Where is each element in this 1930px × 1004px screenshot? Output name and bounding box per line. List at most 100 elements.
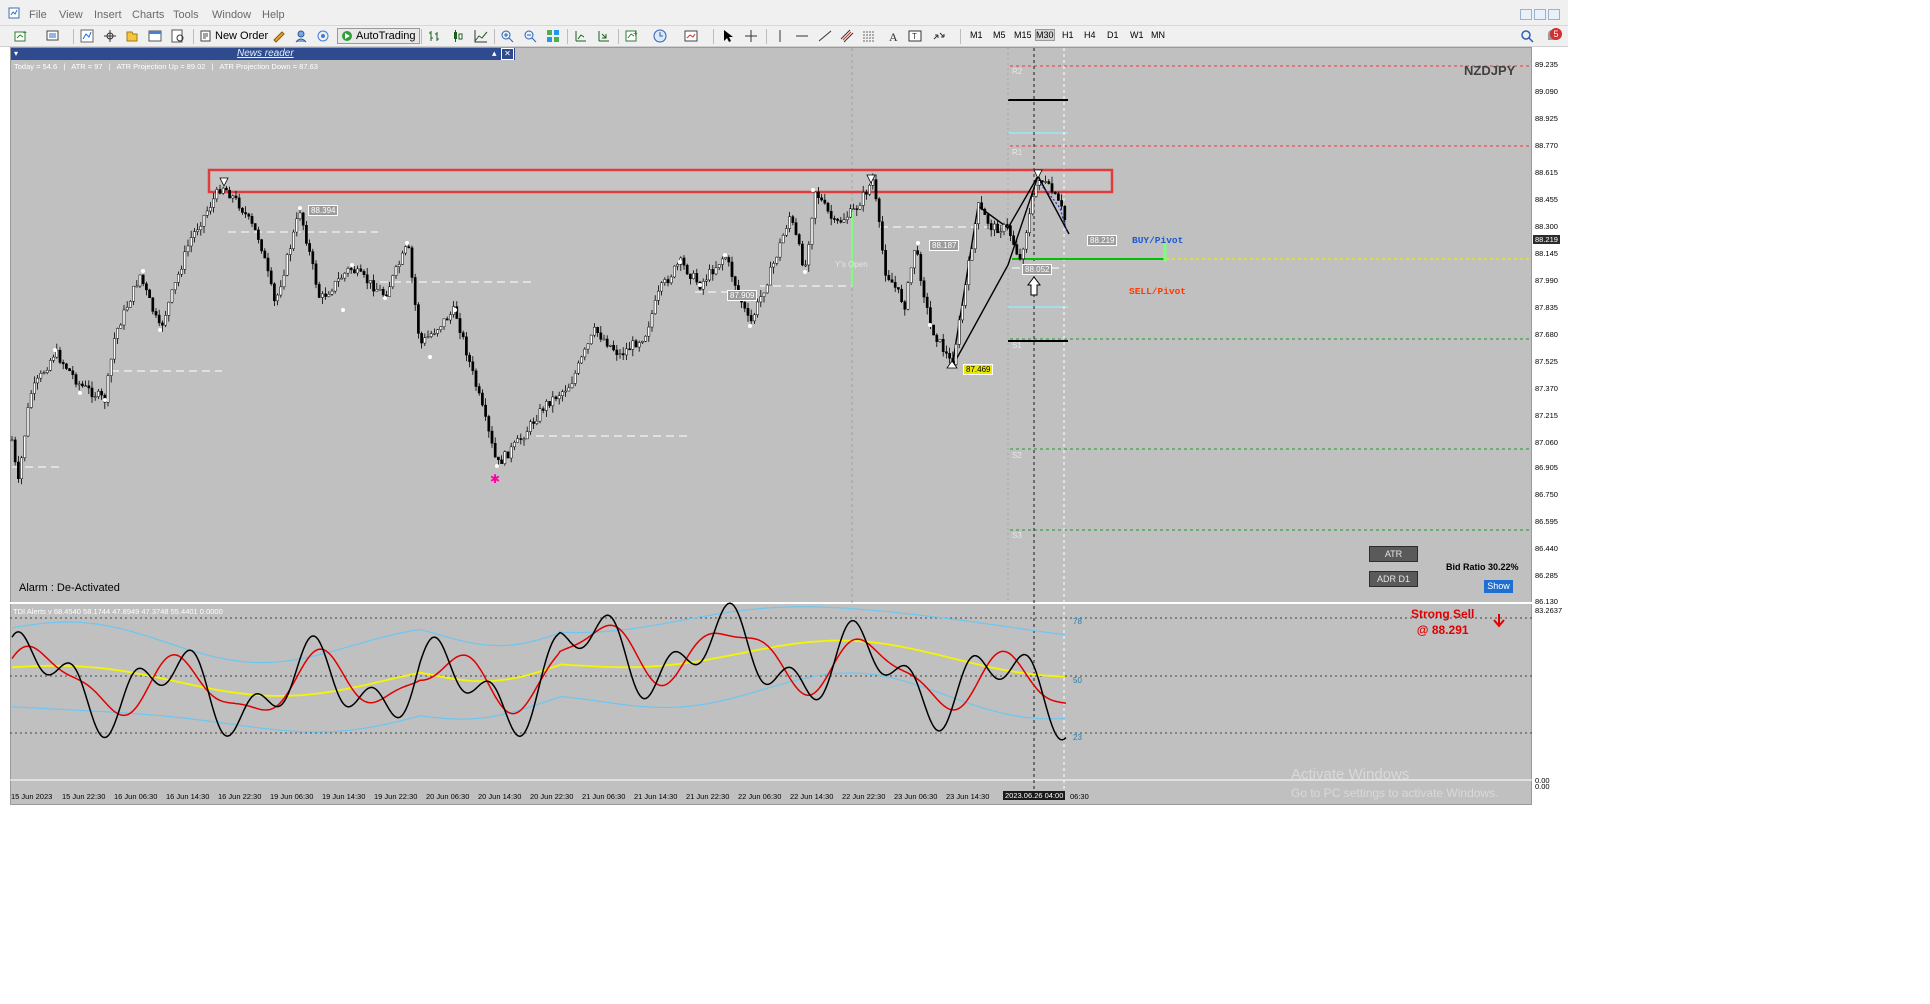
candle-body: [804, 264, 807, 267]
pivot-label-r1: R1: [1012, 148, 1023, 157]
candle-body: [833, 218, 836, 220]
swing-point-dot: [298, 206, 302, 210]
swing-point-dot: [748, 324, 752, 328]
candle-body: [893, 282, 897, 288]
up-arrow-icon: [1027, 276, 1041, 296]
candle-body: [621, 353, 625, 356]
candle-body: [801, 243, 804, 266]
candle-body: [164, 315, 167, 326]
candle-body: [1015, 244, 1019, 255]
candle-body: [1041, 180, 1044, 183]
tdi-indicator-label: TDI Alerts v 68.4540 58.1744 47.8949 47.…: [13, 607, 223, 616]
candle-body: [81, 383, 84, 387]
show-button[interactable]: Show: [1484, 580, 1513, 593]
candle-body: [445, 318, 449, 321]
adr-d1-button[interactable]: ADR D1: [1369, 571, 1418, 587]
candle-body: [615, 349, 619, 355]
candle-body: [42, 372, 46, 374]
candle-body: [666, 279, 670, 284]
candle-body: [1050, 183, 1054, 193]
candle-body: [714, 267, 718, 275]
price-tick: 87.370: [1535, 384, 1558, 393]
candle-body: [426, 336, 430, 339]
date-tick: 15 Jun 2023: [11, 792, 53, 801]
swing-point-dot: [405, 241, 409, 245]
price-box: 88.052: [1022, 264, 1053, 275]
candle-body: [295, 218, 299, 233]
swing-point-dot: [103, 398, 107, 402]
price-box: 88.187: [929, 240, 960, 251]
candle-body: [362, 271, 366, 275]
candle-body: [826, 202, 830, 212]
atr-button[interactable]: ATR: [1369, 546, 1418, 562]
candle-body: [305, 225, 308, 244]
candle-body: [593, 327, 596, 336]
candle-body: [999, 231, 1003, 234]
candle-body: [381, 288, 385, 296]
candle-body: [557, 395, 561, 400]
candle-body: [660, 282, 663, 292]
candle-body: [493, 443, 497, 458]
date-tick: 22 Jun 14:30: [790, 792, 834, 801]
candle-body: [797, 234, 801, 245]
price-tick: 88.300: [1535, 222, 1558, 231]
candle-body: [772, 263, 775, 268]
date-tick: 21 Jun 14:30: [634, 792, 678, 801]
candle-body: [823, 199, 827, 204]
candle-body: [932, 324, 935, 336]
candle-body: [865, 192, 868, 195]
price-box: 88.219: [1087, 235, 1118, 246]
candle-body: [929, 307, 932, 326]
candle-body: [314, 263, 318, 285]
candle-body: [573, 373, 577, 384]
candle-body: [673, 265, 676, 278]
candle-body: [58, 349, 62, 363]
candle-body: [497, 456, 500, 461]
price-chart-canvas[interactable]: ✱: [0, 0, 1568, 816]
candle-body: [433, 333, 436, 335]
candle-body: [845, 216, 849, 220]
candle-body: [77, 383, 81, 386]
candle-body: [641, 341, 644, 343]
candle-body: [311, 251, 315, 265]
swing-point-dot: [811, 188, 815, 192]
candle-body: [1012, 235, 1015, 245]
candle-body: [522, 438, 526, 441]
candle-body: [231, 195, 235, 199]
candle-body: [397, 264, 401, 267]
date-tick: 16 Jun 14:30: [166, 792, 210, 801]
candle-body: [125, 307, 129, 311]
candle-body: [689, 273, 692, 279]
candle-body: [241, 207, 244, 213]
candle-body: [717, 264, 721, 268]
dropdown-icon[interactable]: ▾: [14, 49, 18, 58]
swing-point-dot: [916, 241, 920, 245]
candle-body: [625, 348, 628, 356]
price-tick: 87.215: [1535, 411, 1558, 420]
candle-body: [52, 356, 55, 361]
candle-body: [202, 215, 206, 227]
collapse-icon[interactable]: ▴: [492, 48, 497, 59]
price-tick: 86.595: [1535, 517, 1558, 526]
price-tick: 87.525: [1535, 357, 1558, 366]
candle-body: [436, 329, 439, 334]
resistance-zone-box[interactable]: [207, 168, 1114, 194]
candle-body: [509, 446, 513, 459]
swing-point-dot: [928, 323, 932, 327]
news-reader-title[interactable]: News reader: [237, 48, 294, 59]
candle-body: [279, 286, 283, 296]
candle-body: [913, 250, 916, 269]
candle-body: [154, 311, 158, 316]
candle-body: [993, 223, 996, 231]
close-news-icon[interactable]: ✕: [501, 48, 514, 60]
candle-body: [602, 338, 606, 341]
date-tick: 22 Jun 22:30: [842, 792, 886, 801]
candle-body: [490, 430, 494, 444]
price-box: 88.394: [308, 205, 339, 216]
candle-body: [909, 267, 913, 283]
candle-body: [903, 301, 907, 310]
candle-body: [567, 387, 571, 392]
candle-body: [199, 226, 203, 231]
date-tick: 20 Jun 14:30: [478, 792, 522, 801]
candle-body: [890, 279, 894, 283]
